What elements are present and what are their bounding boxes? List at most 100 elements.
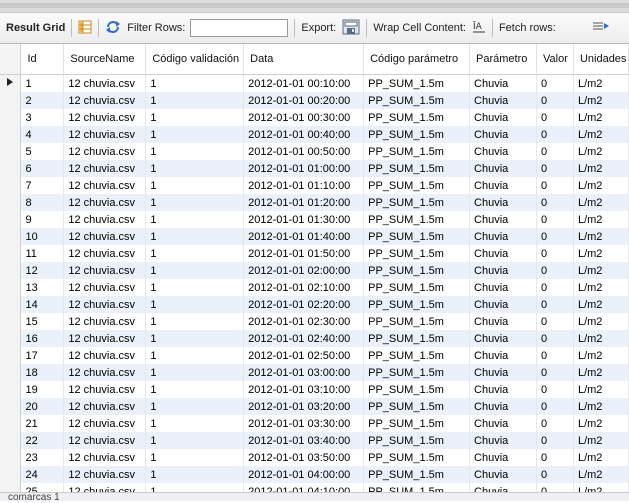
column-header-data[interactable]: Data [243, 44, 365, 75]
cell-valor[interactable]: 0 [536, 398, 574, 415]
column-header-sourcename[interactable]: SourceName [63, 44, 147, 75]
cell-codigo-validacion[interactable]: 1 [145, 364, 245, 381]
row-selector[interactable] [0, 415, 22, 432]
cell-id[interactable]: 19 [20, 381, 65, 398]
cell-valor[interactable]: 0 [536, 279, 574, 296]
cell-unidades[interactable]: L/m2 [573, 313, 629, 330]
table-row[interactable]: 19 12 chuvia.csv 1 2012-01-01 03:10:00 PP_SU… [0, 381, 629, 398]
cell-parametro[interactable]: Chuvia [469, 313, 537, 330]
table-row[interactable]: 1 12 chuvia.csv 1 2012-01-01 00:10:00 PP_SUM… [0, 74, 629, 92]
row-selector[interactable] [0, 126, 22, 143]
cell-codigo-validacion[interactable]: 1 [145, 279, 245, 296]
row-selector[interactable] [0, 296, 22, 313]
cell-codigo-validacion[interactable]: 1 [145, 432, 245, 449]
cell-id[interactable]: 5 [20, 143, 65, 160]
cell-id[interactable]: 21 [20, 415, 65, 432]
cell-valor[interactable]: 0 [536, 296, 574, 313]
grid-view-icon[interactable] [78, 20, 92, 37]
cell-data[interactable]: 2012-01-01 01:20:00 [243, 194, 365, 211]
row-selector[interactable] [0, 347, 22, 364]
cell-codigo-validacion[interactable]: 1 [145, 262, 245, 279]
cell-codigo-validacion[interactable]: 1 [145, 177, 245, 194]
row-selector[interactable] [0, 228, 22, 245]
cell-valor[interactable]: 0 [536, 160, 574, 177]
cell-unidades[interactable]: L/m2 [573, 177, 629, 194]
cell-valor[interactable]: 0 [536, 449, 574, 466]
cell-id[interactable]: 3 [20, 109, 65, 126]
row-selector[interactable] [0, 466, 22, 483]
cell-id[interactable]: 10 [20, 228, 65, 245]
row-selector[interactable] [0, 313, 22, 330]
cell-codigo-parametro[interactable]: PP_SUM_1.5m [363, 330, 471, 347]
cell-unidades[interactable]: L/m2 [573, 466, 629, 483]
cell-parametro[interactable]: Chuvia [469, 330, 537, 347]
table-row[interactable]: 15 12 chuvia.csv 1 2012-01-01 02:30:00 PP_SU… [0, 313, 629, 330]
cell-sourcename[interactable]: 12 chuvia.csv [63, 279, 147, 296]
column-header-id[interactable]: Id [20, 44, 65, 75]
row-selector[interactable] [0, 74, 22, 92]
cell-unidades[interactable]: L/m2 [573, 74, 629, 92]
cell-parametro[interactable]: Chuvia [469, 466, 537, 483]
cell-unidades[interactable]: L/m2 [573, 143, 629, 160]
column-header-codigo-validacion[interactable]: Código validación [145, 44, 245, 75]
cell-codigo-parametro[interactable]: PP_SUM_1.5m [363, 160, 471, 177]
cell-id[interactable]: 20 [20, 398, 65, 415]
cell-parametro[interactable]: Chuvia [469, 109, 537, 126]
cell-sourcename[interactable]: 12 chuvia.csv [63, 245, 147, 262]
cell-valor[interactable]: 0 [536, 245, 574, 262]
cell-codigo-validacion[interactable]: 1 [145, 313, 245, 330]
table-row[interactable]: 20 12 chuvia.csv 1 2012-01-01 03:20:00 PP_SU… [0, 398, 629, 415]
cell-data[interactable]: 2012-01-01 01:30:00 [243, 211, 365, 228]
row-selector[interactable] [0, 245, 22, 262]
result-grid-label[interactable]: Result Grid [6, 22, 65, 34]
row-selector[interactable] [0, 262, 22, 279]
row-selector[interactable] [0, 143, 22, 160]
table-row[interactable]: 24 12 chuvia.csv 1 2012-01-01 04:00:00 PP_SU… [0, 466, 629, 483]
cell-sourcename[interactable]: 12 chuvia.csv [63, 313, 147, 330]
cell-data[interactable]: 2012-01-01 01:10:00 [243, 177, 365, 194]
cell-codigo-parametro[interactable]: PP_SUM_1.5m [363, 194, 471, 211]
cell-id[interactable]: 12 [20, 262, 65, 279]
cell-codigo-validacion[interactable]: 1 [145, 449, 245, 466]
cell-codigo-parametro[interactable]: PP_SUM_1.5m [363, 245, 471, 262]
cell-codigo-validacion[interactable]: 1 [145, 74, 245, 92]
cell-valor[interactable]: 0 [536, 364, 574, 381]
cell-codigo-validacion[interactable]: 1 [145, 126, 245, 143]
column-header-codigo-parametro[interactable]: Código parámetro [363, 44, 471, 75]
cell-data[interactable]: 2012-01-01 03:10:00 [243, 381, 365, 398]
cell-codigo-validacion[interactable]: 1 [145, 398, 245, 415]
column-header-parametro[interactable]: Parámetro [469, 44, 537, 75]
column-header-unidades[interactable]: Unidades [573, 44, 629, 75]
cell-valor[interactable]: 0 [536, 211, 574, 228]
cell-data[interactable]: 2012-01-01 02:30:00 [243, 313, 365, 330]
cell-id[interactable]: 17 [20, 347, 65, 364]
cell-id[interactable]: 24 [20, 466, 65, 483]
cell-parametro[interactable]: Chuvia [469, 347, 537, 364]
cell-sourcename[interactable]: 12 chuvia.csv [63, 415, 147, 432]
cell-parametro[interactable]: Chuvia [469, 398, 537, 415]
cell-codigo-parametro[interactable]: PP_SUM_1.5m [363, 279, 471, 296]
cell-data[interactable]: 2012-01-01 00:20:00 [243, 92, 365, 109]
cell-codigo-parametro[interactable]: PP_SUM_1.5m [363, 228, 471, 245]
cell-data[interactable]: 2012-01-01 00:30:00 [243, 109, 365, 126]
cell-id[interactable]: 15 [20, 313, 65, 330]
cell-codigo-validacion[interactable]: 1 [145, 245, 245, 262]
cell-sourcename[interactable]: 12 chuvia.csv [63, 228, 147, 245]
cell-data[interactable]: 2012-01-01 00:40:00 [243, 126, 365, 143]
table-row[interactable]: 4 12 chuvia.csv 1 2012-01-01 00:40:00 PP_SUM… [0, 126, 629, 143]
cell-sourcename[interactable]: 12 chuvia.csv [63, 466, 147, 483]
cell-parametro[interactable]: Chuvia [469, 415, 537, 432]
cell-valor[interactable]: 0 [536, 194, 574, 211]
cell-valor[interactable]: 0 [536, 177, 574, 194]
cell-parametro[interactable]: Chuvia [469, 483, 537, 492]
refresh-icon[interactable] [105, 20, 121, 37]
cell-sourcename[interactable]: 12 chuvia.csv [63, 330, 147, 347]
cell-codigo-validacion[interactable]: 1 [145, 381, 245, 398]
cell-codigo-validacion[interactable]: 1 [145, 194, 245, 211]
cell-id[interactable]: 16 [20, 330, 65, 347]
table-row[interactable]: 23 12 chuvia.csv 1 2012-01-01 03:50:00 PP_SU… [0, 449, 629, 466]
cell-codigo-validacion[interactable]: 1 [145, 415, 245, 432]
cell-sourcename[interactable]: 12 chuvia.csv [63, 177, 147, 194]
cell-unidades[interactable]: L/m2 [573, 330, 629, 347]
cell-unidades[interactable]: L/m2 [573, 92, 629, 109]
